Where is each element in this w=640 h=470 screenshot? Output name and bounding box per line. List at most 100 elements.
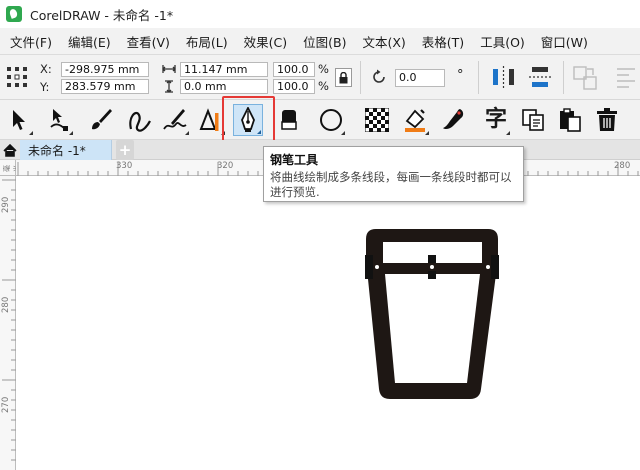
- ruler-left-label: 280: [1, 296, 11, 313]
- mirror-horizontal-icon[interactable]: [491, 65, 517, 89]
- freehand-curve-icon: [129, 111, 151, 132]
- eraser-icon: [281, 110, 297, 130]
- pen-tool-tooltip: 钢笔工具 将曲线绘制成多条线段，每画一条线段时都可以进行预览.: [263, 146, 524, 202]
- tooltip-title: 钢笔工具: [270, 153, 319, 167]
- toolbox: 字: [0, 100, 640, 140]
- menu-bar: 文件(F) 编辑(E) 查看(V) 布局(L) 效果(C) 位图(B) 文本(X…: [0, 28, 640, 55]
- coreldraw-logo-icon: [6, 6, 22, 22]
- ruler-corner[interactable]: 毫米: [0, 160, 21, 176]
- calligraphy-tool[interactable]: [160, 104, 190, 136]
- menu-effects[interactable]: 效果(C): [236, 28, 295, 55]
- mirror-vertical-icon[interactable]: [528, 65, 554, 89]
- width-field[interactable]: 11.147 mm: [180, 62, 268, 77]
- wrap-text-icon[interactable]: [615, 65, 637, 91]
- separator: [563, 61, 564, 94]
- window-title: CorelDRAW - 未命名 -1*: [30, 7, 174, 23]
- menu-tools[interactable]: 工具(O): [472, 28, 533, 55]
- title-bar: CorelDRAW - 未命名 -1*: [0, 0, 640, 28]
- paste-clipboard-icon: [560, 108, 581, 132]
- shape-tool[interactable]: [44, 104, 74, 136]
- x-position-field[interactable]: -298.975 mm: [61, 62, 149, 77]
- lock-icon: [339, 71, 348, 83]
- rotation-field[interactable]: 0.0: [395, 69, 445, 87]
- height-icon: [165, 80, 173, 93]
- cup-inner: [385, 274, 480, 383]
- menu-layout[interactable]: 布局(L): [178, 28, 236, 55]
- pick-arrow-icon: [13, 110, 25, 130]
- y-position-field[interactable]: 283.579 mm: [61, 79, 149, 94]
- flyout-indicator: [506, 131, 510, 135]
- scale-y-unit: %: [318, 79, 329, 93]
- menu-text[interactable]: 文本(X): [354, 28, 413, 55]
- height-field[interactable]: 0.0 mm: [180, 79, 268, 94]
- flyout-indicator: [341, 131, 345, 135]
- color-eyedropper-tool[interactable]: [400, 104, 430, 136]
- scale-x-unit: %: [318, 62, 329, 76]
- width-icon: [162, 65, 176, 73]
- pen-nib-icon: [241, 107, 255, 132]
- menu-window[interactable]: 窗口(W): [533, 28, 596, 55]
- rotation-icon: [373, 69, 385, 83]
- separator: [478, 61, 479, 94]
- flyout-indicator: [425, 131, 429, 135]
- menu-view[interactable]: 查看(V): [119, 28, 178, 55]
- scale-x-field[interactable]: 100.0: [273, 62, 315, 77]
- ruler-left-label: 270: [1, 396, 11, 413]
- document-tab[interactable]: 未命名 -1*: [20, 140, 112, 160]
- degree-unit: °: [457, 68, 464, 83]
- eraser-tool[interactable]: [274, 104, 304, 136]
- artistic-media-tool[interactable]: [86, 104, 116, 136]
- calligraphy-icon: [163, 109, 187, 130]
- scale-y-field[interactable]: 100.0: [273, 79, 315, 94]
- flyout-indicator: [69, 131, 73, 135]
- trash-icon: [597, 108, 617, 131]
- menu-edit[interactable]: 编辑(E): [60, 28, 119, 55]
- text-glyph-icon: 字: [484, 107, 507, 132]
- fill-bucket-icon: [405, 109, 425, 132]
- flyout-indicator: [29, 131, 33, 135]
- pattern-fill-tool[interactable]: [362, 104, 392, 136]
- lock-ratio-button[interactable]: [335, 68, 352, 87]
- ruler-top-label: 320: [217, 161, 234, 171]
- vertical-ruler[interactable]: 290 280 270: [0, 176, 16, 470]
- ruler-left-label: 290: [1, 196, 11, 213]
- drawing-canvas[interactable]: [17, 177, 640, 470]
- vertical-ruler-ticks: [2, 179, 16, 461]
- convert-to-curves-icon[interactable]: [572, 65, 600, 91]
- x-label: X:: [40, 62, 52, 76]
- pick-tool[interactable]: [4, 104, 34, 136]
- paste-tool[interactable]: [555, 104, 585, 136]
- text-tool[interactable]: 字: [481, 104, 511, 136]
- copy-properties-tool[interactable]: [518, 104, 548, 136]
- line-ruler-icon: [199, 108, 219, 131]
- copy-icon: [522, 109, 544, 131]
- 2-point-line-tool[interactable]: [196, 104, 226, 136]
- object-origin-icon[interactable]: [6, 66, 28, 88]
- y-label: Y:: [40, 80, 50, 94]
- ruler-top-label: 330: [116, 161, 133, 171]
- pen-tool[interactable]: [233, 104, 263, 136]
- freehand-tool[interactable]: [124, 104, 154, 136]
- shape-tool-icon: [50, 109, 68, 131]
- home-tab[interactable]: [0, 140, 20, 160]
- ruler-top-label: 280: [614, 161, 631, 171]
- add-tab-button[interactable]: +: [116, 140, 134, 160]
- menu-table[interactable]: 表格(T): [414, 28, 472, 55]
- smart-fill-tool[interactable]: [438, 104, 468, 136]
- property-bar: X: Y: -298.975 mm 283.579 mm 11.147 mm 0…: [0, 55, 640, 100]
- flyout-indicator: [221, 131, 225, 135]
- menu-file[interactable]: 文件(F): [0, 28, 60, 55]
- flyout-indicator: [185, 131, 189, 135]
- eyedropper-swirl-icon: [443, 109, 464, 130]
- cup-drawing[interactable]: [17, 177, 640, 470]
- ellipse-tool[interactable]: [316, 104, 346, 136]
- menu-bitmaps[interactable]: 位图(B): [295, 28, 354, 55]
- tooltip-description: 将曲线绘制成多条线段，每画一条线段时都可以进行预览.: [270, 170, 512, 199]
- brush-icon: [92, 109, 112, 130]
- flyout-indicator: [257, 130, 261, 134]
- delete-tool[interactable]: [592, 104, 622, 136]
- ellipse-icon: [320, 109, 342, 131]
- checkerboard-icon: [365, 108, 389, 132]
- home-icon: [3, 143, 17, 157]
- separator: [360, 61, 361, 94]
